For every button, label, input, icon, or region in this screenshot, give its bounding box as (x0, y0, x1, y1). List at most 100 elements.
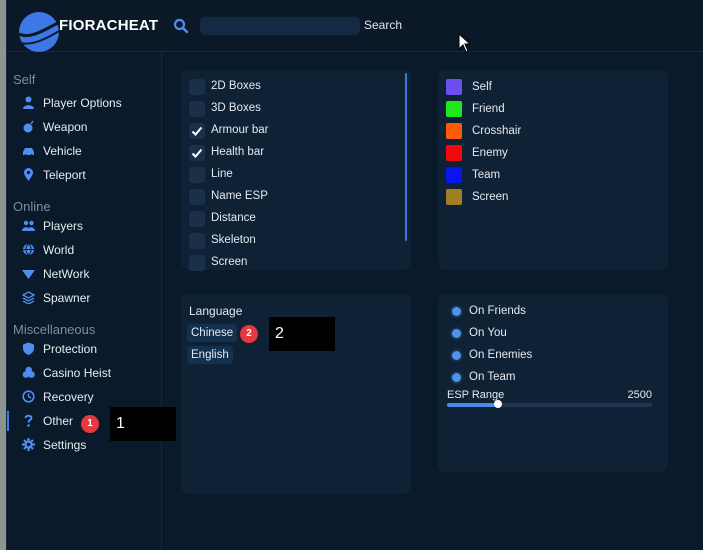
sidebar-item-world[interactable]: World (7, 239, 162, 261)
color-option-label: Friend (472, 103, 505, 115)
sidebar-item-label: Recovery (43, 390, 94, 404)
gear-icon (22, 438, 35, 451)
sidebar-item-protection[interactable]: Protection (7, 338, 162, 360)
target-option-label: On Friends (469, 305, 526, 317)
checkmark-icon (191, 148, 203, 158)
globe-icon (23, 243, 34, 256)
app-name: FIORACHEAT (59, 17, 159, 34)
color-option-label: Screen (472, 191, 509, 203)
sidebar-item-teleport[interactable]: Teleport (7, 164, 162, 186)
color-swatch[interactable] (446, 123, 462, 139)
color-swatch[interactable] (446, 145, 462, 161)
esp-range-thumb[interactable] (494, 400, 503, 408)
sidebar-item-vehicle[interactable]: Vehicle (7, 140, 162, 162)
search-icon[interactable] (173, 18, 189, 34)
annotation-badge-2: 2 (240, 325, 258, 343)
esp-option-label: 3D Boxes (211, 102, 261, 114)
recovery-icon (22, 390, 35, 403)
sidebar-item-label: NetWork (43, 267, 90, 281)
bomb-icon (23, 120, 34, 133)
mouse-cursor-icon (458, 33, 472, 53)
section-title-self: Self (13, 72, 36, 87)
sidebar-item-label: Teleport (43, 168, 86, 182)
sidebar-item-label: Player Options (43, 96, 122, 110)
question-icon (24, 414, 33, 427)
header-bar: FIORACHEAT Search (7, 0, 703, 53)
layers-icon (22, 291, 35, 304)
esp-options-scrollbar[interactable] (405, 73, 407, 241)
color-panel: Self Friend Crosshair Enemy Team Screen (438, 70, 668, 270)
sidebar-item-network[interactable]: NetWork (7, 263, 162, 285)
radio-button[interactable] (450, 327, 463, 340)
cheat-menu-window: FIORACHEAT Search Self Player Options Weap… (6, 0, 703, 550)
radio-button[interactable] (450, 371, 463, 384)
user-icon (23, 96, 34, 109)
checkbox[interactable] (189, 167, 205, 183)
checkbox[interactable] (189, 211, 205, 227)
section-title-miscellaneous: Miscellaneous (13, 322, 96, 337)
target-option-label: On Enemies (469, 349, 533, 361)
annotation-callout-1: 1 (110, 407, 176, 441)
language-option-english[interactable]: English (187, 346, 233, 364)
esp-option-label: 2D Boxes (211, 80, 261, 92)
checkmark-icon (191, 126, 203, 136)
sidebar-item-recovery[interactable]: Recovery (7, 386, 162, 408)
sidebar-item-label: Protection (43, 342, 98, 356)
checkbox[interactable] (189, 101, 205, 117)
coins-icon (22, 366, 35, 378)
wifi-icon (22, 270, 35, 279)
sidebar: Self Player Options Weapon Vehicle Teleport O… (7, 52, 162, 550)
esp-option-label: Health bar (211, 146, 265, 158)
esp-option-label: Line (211, 168, 233, 180)
esp-option-label: Skeleton (211, 234, 256, 246)
esp-range-label: ESP Range (447, 389, 505, 401)
color-swatch[interactable] (446, 101, 462, 117)
esp-option-label: Distance (211, 212, 256, 224)
search-button[interactable]: Search (364, 18, 402, 32)
sidebar-item-spawner[interactable]: Spawner (7, 287, 162, 309)
sidebar-item-player-options[interactable]: Player Options (7, 92, 162, 114)
color-option-label: Team (472, 169, 501, 181)
esp-range-slider[interactable] (447, 400, 652, 408)
color-swatch[interactable] (446, 167, 462, 183)
sidebar-item-casino-heist[interactable]: Casino Heist (7, 362, 162, 384)
color-option-label: Crosshair (472, 125, 522, 137)
checkbox[interactable] (189, 79, 205, 95)
map-pin-icon (24, 168, 33, 181)
color-swatch[interactable] (446, 79, 462, 95)
sidebar-item-label: World (43, 243, 75, 257)
language-option-chinese[interactable]: Chinese (187, 324, 238, 342)
checkbox[interactable] (189, 123, 205, 139)
search-input[interactable] (200, 17, 360, 35)
target-panel: On Friends On You On Enemies On Team ESP Ra… (438, 294, 668, 472)
sidebar-item-label: Vehicle (43, 144, 82, 158)
sidebar-item-label: Casino Heist (43, 366, 112, 380)
checkbox[interactable] (189, 233, 205, 249)
checkbox[interactable] (189, 189, 205, 205)
target-option-label: On Team (469, 371, 516, 383)
sidebar-item-weapon[interactable]: Weapon (7, 116, 162, 138)
esp-option-label: Armour bar (211, 124, 269, 136)
shield-icon (23, 342, 34, 355)
logo-icon (17, 12, 61, 52)
radio-button[interactable] (450, 349, 463, 362)
sidebar-item-label: Weapon (43, 120, 88, 134)
esp-range-value: 2500 (627, 389, 652, 401)
sidebar-item-label: Other (43, 414, 74, 428)
esp-option-label: Name ESP (211, 190, 268, 202)
radio-button[interactable] (450, 305, 463, 318)
checkbox[interactable] (189, 255, 205, 271)
esp-option-label: Screen (211, 256, 248, 268)
sidebar-item-label: Players (43, 219, 84, 233)
sidebar-item-players[interactable]: Players (7, 215, 162, 237)
annotation-badge-1: 1 (81, 415, 99, 433)
esp-range-fill (447, 403, 499, 407)
sidebar-item-label: Spawner (43, 291, 91, 305)
users-icon (22, 220, 35, 231)
annotation-callout-2: 2 (269, 317, 335, 351)
checkbox[interactable] (189, 145, 205, 161)
target-option-label: On You (469, 327, 507, 339)
language-title: Language (189, 304, 243, 318)
color-swatch[interactable] (446, 189, 462, 205)
sidebar-item-label: Settings (43, 438, 87, 452)
